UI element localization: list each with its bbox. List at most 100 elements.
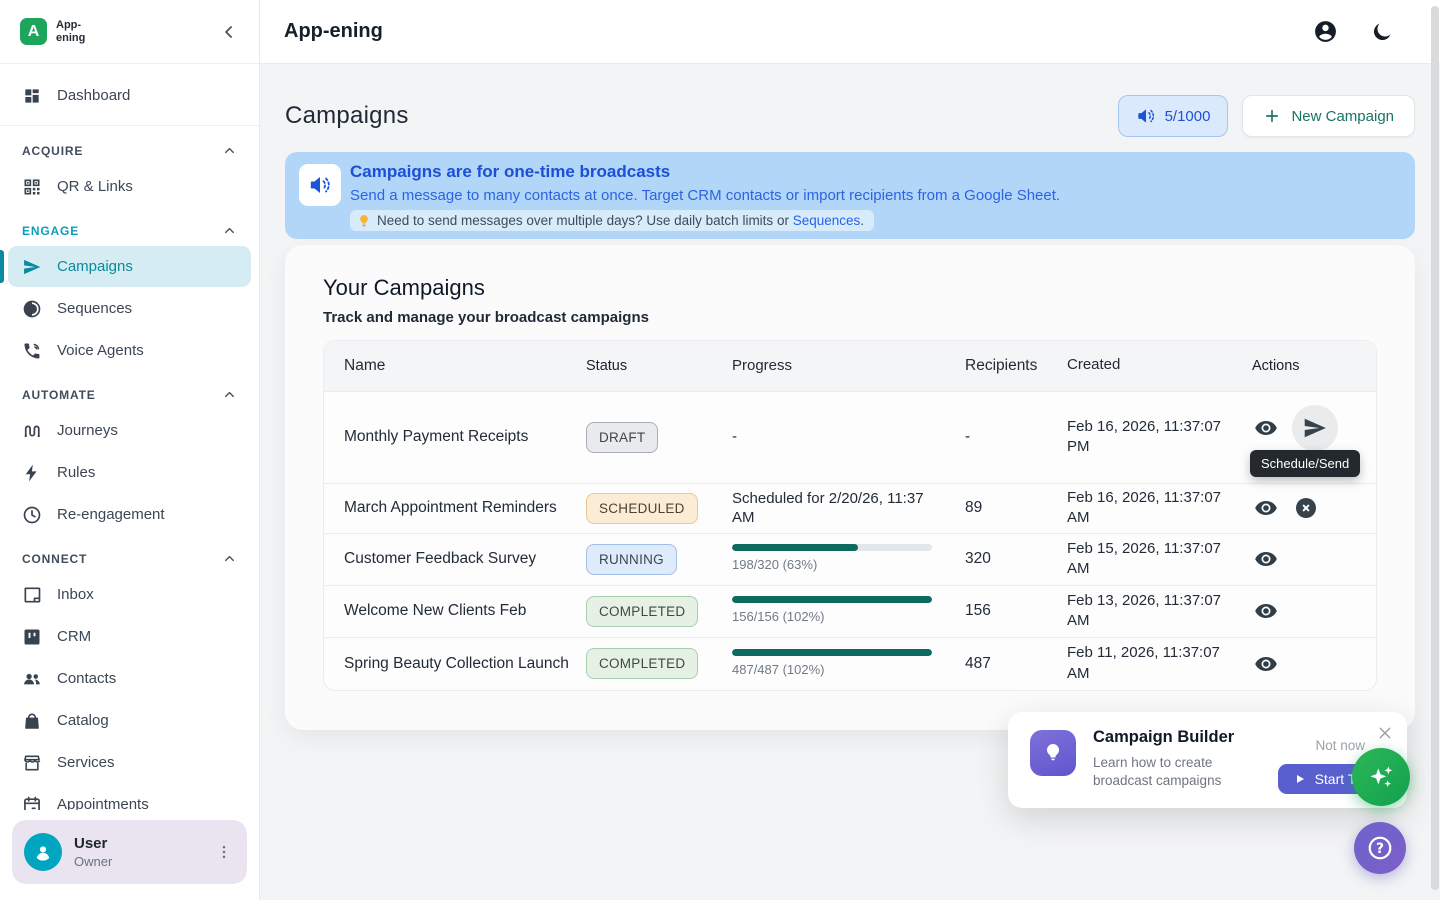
status-badge: DRAFT bbox=[586, 422, 658, 453]
recipients-value: 156 bbox=[965, 602, 1067, 620]
sidebar-item-journeys[interactable]: Journeys bbox=[8, 410, 251, 451]
schedule-send-button[interactable] bbox=[1292, 405, 1338, 451]
table-row: Customer Feedback Survey RUNNING 198/320… bbox=[324, 534, 1376, 586]
sidebar-item-services[interactable]: Services bbox=[8, 742, 251, 783]
chevron-up-icon[interactable] bbox=[222, 143, 237, 158]
row-actions bbox=[1244, 597, 1376, 625]
progress-cell: 487/487 (102%) bbox=[732, 649, 965, 679]
eye-icon bbox=[1254, 652, 1278, 676]
nav-label: Rules bbox=[57, 464, 95, 481]
view-button[interactable] bbox=[1252, 414, 1280, 442]
view-button[interactable] bbox=[1252, 597, 1280, 625]
help-fab[interactable]: ? bbox=[1354, 822, 1406, 874]
view-button[interactable] bbox=[1252, 650, 1280, 678]
banner-tip: Need to send messages over multiple days… bbox=[350, 210, 874, 231]
campaign-name: Customer Feedback Survey bbox=[324, 549, 586, 569]
plus-icon bbox=[1263, 107, 1281, 125]
section-label: ACQUIRE bbox=[22, 144, 83, 158]
megaphone-icon bbox=[308, 173, 332, 197]
sparkles-icon bbox=[1365, 761, 1397, 793]
sidebar-item-rules[interactable]: Rules bbox=[8, 452, 251, 493]
app-logo-icon: A bbox=[20, 18, 47, 45]
new-campaign-button[interactable]: New Campaign bbox=[1242, 95, 1415, 137]
inbox-icon bbox=[22, 585, 42, 605]
eye-icon bbox=[1254, 599, 1278, 623]
sidebar-item-dashboard[interactable]: Dashboard bbox=[8, 75, 251, 116]
sidebar-header: A App- ening bbox=[0, 0, 259, 64]
nav-label: Appointments bbox=[57, 796, 149, 810]
chevron-up-icon[interactable] bbox=[222, 551, 237, 566]
sidebar-item-appointments[interactable]: Appointments bbox=[8, 784, 251, 810]
avatar[interactable] bbox=[24, 833, 62, 871]
campaign-builder-popup: Campaign Builder Learn how to create bro… bbox=[1008, 712, 1407, 808]
app-logo: A App- ening bbox=[20, 18, 85, 45]
sidebar-item-voice-agents[interactable]: Voice Agents bbox=[8, 330, 251, 371]
lightbulb-icon bbox=[357, 214, 371, 228]
section-label: ENGAGE bbox=[22, 224, 79, 238]
nav-label: Contacts bbox=[57, 670, 116, 687]
contacts-icon bbox=[22, 669, 42, 689]
status-badge: SCHEDULED bbox=[586, 493, 698, 524]
campaigns-card: Your Campaigns Track and manage your bro… bbox=[285, 245, 1415, 730]
eye-icon bbox=[1254, 496, 1278, 520]
person-icon bbox=[32, 841, 54, 863]
col-status: Status bbox=[586, 358, 732, 374]
table-row: Spring Beauty Collection Launch COMPLETE… bbox=[324, 638, 1376, 690]
status-badge: RUNNING bbox=[586, 544, 677, 575]
sidebar-item-crm[interactable]: CRM bbox=[8, 616, 251, 657]
row-actions bbox=[1244, 545, 1376, 573]
progress-text: - bbox=[732, 427, 965, 447]
qr-icon bbox=[22, 177, 42, 197]
sequences-icon bbox=[22, 299, 42, 319]
topbar-icons bbox=[1311, 17, 1396, 46]
sidebar-item-qr-links[interactable]: QR & Links bbox=[8, 166, 251, 207]
section-engage: ENGAGE bbox=[0, 208, 259, 245]
builder-icon-box bbox=[1030, 730, 1076, 776]
chevron-up-icon[interactable] bbox=[222, 223, 237, 238]
recipients-value: 320 bbox=[965, 550, 1067, 568]
account-circle-icon bbox=[1313, 19, 1338, 44]
lightbulb-icon bbox=[1041, 741, 1065, 765]
sidebar-item-re-engagement[interactable]: Re-engagement bbox=[8, 494, 251, 535]
cancel-button[interactable] bbox=[1292, 494, 1320, 522]
row-actions: Schedule/Send bbox=[1244, 392, 1376, 451]
bolt-icon bbox=[22, 463, 42, 483]
row-actions bbox=[1244, 650, 1376, 678]
user-menu-button[interactable] bbox=[211, 839, 237, 865]
clock-icon bbox=[22, 505, 42, 525]
created-value: Feb 16, 2026, 11:37:07 AM bbox=[1067, 488, 1244, 529]
view-button[interactable] bbox=[1252, 494, 1280, 522]
play-icon bbox=[1294, 773, 1306, 785]
quota-value: 5/1000 bbox=[1165, 108, 1211, 125]
sidebar-item-inbox[interactable]: Inbox bbox=[8, 574, 251, 615]
banner-icon-box bbox=[299, 164, 341, 206]
sidebar-collapse-button[interactable] bbox=[217, 20, 241, 44]
scrollbar[interactable] bbox=[1431, 6, 1439, 890]
sequences-link[interactable]: Sequences bbox=[793, 213, 861, 228]
sidebar-item-catalog[interactable]: Catalog bbox=[8, 700, 251, 741]
progress-bar bbox=[732, 649, 932, 656]
x-circle-icon bbox=[1294, 496, 1318, 520]
campaign-quota-badge[interactable]: 5/1000 bbox=[1118, 95, 1229, 137]
assistant-fab[interactable] bbox=[1352, 748, 1410, 806]
account-button[interactable] bbox=[1311, 17, 1340, 46]
dark-mode-toggle[interactable] bbox=[1368, 18, 1396, 46]
app-logo-text: App- ening bbox=[56, 19, 85, 44]
user-name: User bbox=[74, 835, 112, 852]
campaign-name: Monthly Payment Receipts bbox=[324, 427, 586, 447]
sidebar-item-contacts[interactable]: Contacts bbox=[8, 658, 251, 699]
created-value: Feb 15, 2026, 11:37:07 AM bbox=[1067, 539, 1244, 580]
close-popup-button[interactable] bbox=[1375, 723, 1395, 743]
sidebar-item-campaigns[interactable]: Campaigns bbox=[8, 246, 251, 287]
progress-label: 487/487 (102%) bbox=[732, 662, 945, 679]
user-card[interactable]: User Owner bbox=[12, 820, 247, 884]
campaigns-subtitle: Track and manage your broadcast campaign… bbox=[323, 309, 1377, 326]
chevron-up-icon[interactable] bbox=[222, 387, 237, 402]
banner-title: Campaigns are for one-time broadcasts bbox=[350, 162, 1060, 182]
row-actions bbox=[1244, 494, 1376, 522]
info-banner: Campaigns are for one-time broadcasts Se… bbox=[285, 152, 1415, 239]
created-value: Feb 13, 2026, 11:37:07 AM bbox=[1067, 591, 1244, 632]
not-now-button[interactable]: Not now bbox=[1315, 738, 1365, 753]
sidebar-item-sequences[interactable]: Sequences bbox=[8, 288, 251, 329]
view-button[interactable] bbox=[1252, 545, 1280, 573]
